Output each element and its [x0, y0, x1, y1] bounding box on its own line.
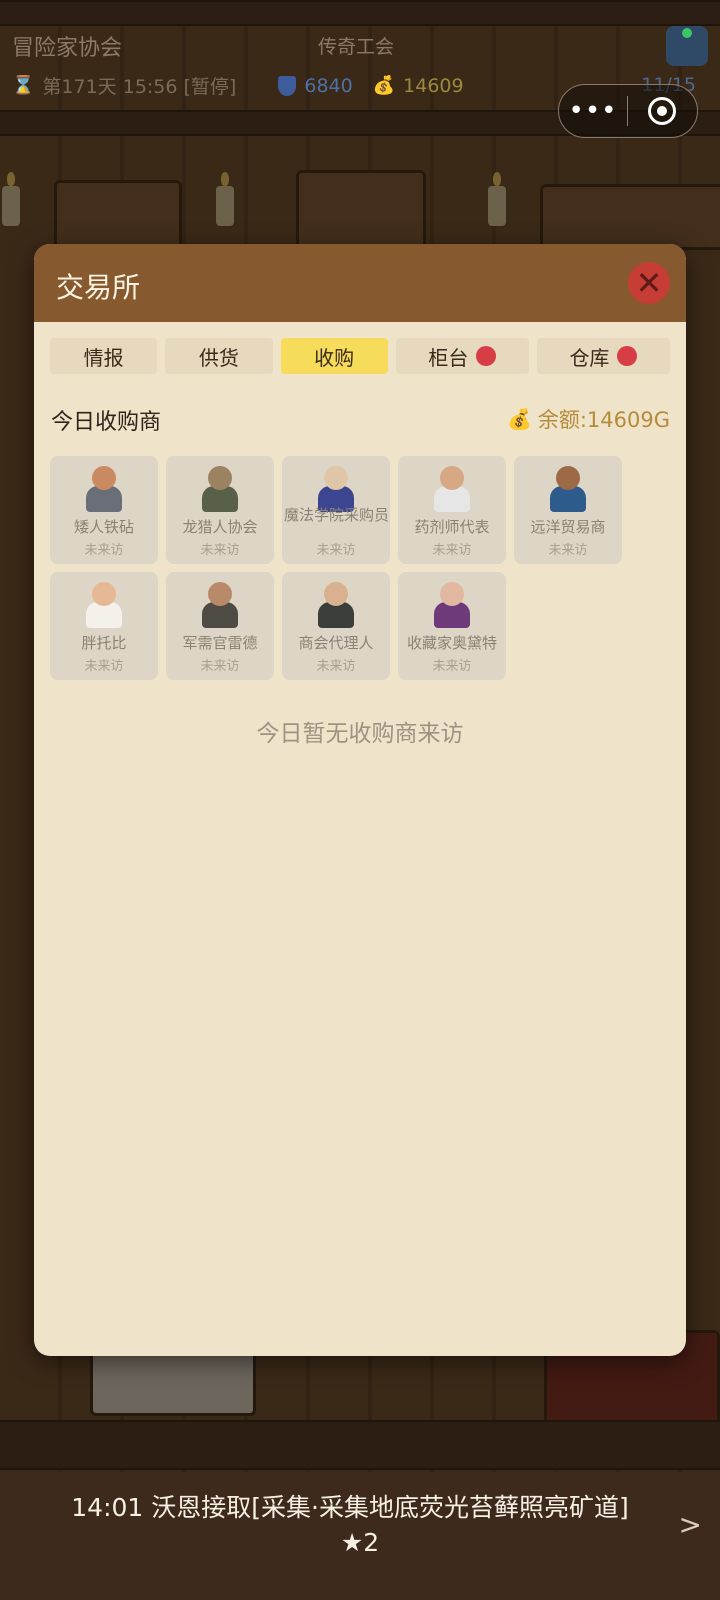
buyer-status: 未来访 — [316, 659, 356, 674]
section-title: 今日收购商 — [51, 410, 162, 435]
modal-title: 交易所 — [56, 271, 141, 304]
ticker-text: 14:01 沃恩接取[采集·采集地底荧光苔藓照亮矿道] — [71, 1493, 629, 1522]
buyer-status: 未来访 — [84, 659, 124, 674]
more-button[interactable]: ••• — [559, 85, 627, 137]
buyer-portrait — [82, 464, 126, 514]
tab-warehouse[interactable]: 仓库 — [536, 338, 670, 374]
buyer-card[interactable]: 药剂师代表 未来访 — [398, 456, 506, 564]
buyer-card[interactable]: 龙猎人协会 未来访 — [166, 456, 274, 564]
tab-counter[interactable]: 柜台 — [395, 338, 529, 374]
guild-rank: 传奇工会 — [318, 36, 395, 58]
online-indicator — [682, 28, 692, 38]
buyer-status: 未来访 — [200, 659, 240, 674]
empty-message: 今日暂无收购商来访 — [256, 721, 464, 747]
buyer-status: 未来访 — [200, 543, 240, 558]
ticker-rating: ★2 — [340, 1528, 380, 1557]
buyer-portrait — [430, 580, 474, 630]
tab-purchase[interactable]: 收购 — [280, 338, 388, 374]
buyer-name: 收藏家奥黛特 — [406, 634, 497, 652]
buyer-status: 未来访 — [432, 659, 472, 674]
shield-icon — [278, 75, 297, 96]
miniprogram-capsule: ••• — [558, 84, 698, 138]
gold-value: 14609 — [403, 74, 464, 97]
buyer-card[interactable]: 远洋贸易商 未来访 — [514, 456, 622, 564]
close-miniprogram-button[interactable] — [628, 97, 696, 125]
buyer-card[interactable]: 商会代理人 未来访 — [282, 572, 390, 680]
money-bag-icon: 💰 — [372, 75, 396, 96]
buyer-portrait — [82, 580, 126, 630]
close-button[interactable]: ✕ — [628, 262, 670, 304]
tab-intel[interactable]: 情报 — [50, 338, 158, 374]
hourglass-icon: ⌛ — [12, 75, 35, 96]
buyer-status: 未来访 — [84, 543, 124, 558]
buyer-portrait — [198, 464, 242, 514]
tab-supply[interactable]: 供货 — [165, 338, 273, 374]
buyer-status: 未来访 — [316, 543, 356, 558]
buyer-name: 矮人铁砧 — [73, 518, 134, 536]
day-time: 第171天 15:56 [暂停] — [42, 76, 237, 98]
tab-label: 供货 — [198, 345, 239, 370]
event-ticker[interactable]: 14:01 沃恩接取[采集·采集地底荧光苔藓照亮矿道] ★2 > — [0, 1472, 720, 1600]
buyer-portrait — [546, 464, 590, 514]
tab-label: 情报 — [83, 345, 124, 370]
guild-name: 冒险家协会 — [12, 36, 123, 61]
balance: 💰 余额:14609G — [507, 404, 670, 434]
buyer-name: 胖托比 — [81, 634, 127, 652]
notification-badge — [476, 346, 497, 366]
buyer-name: 魔法学院采购员 — [284, 506, 390, 524]
buyer-portrait — [198, 580, 242, 630]
tab-bar: 情报 供货 收购 柜台 仓库 — [50, 338, 670, 374]
buyer-name: 商会代理人 — [298, 634, 374, 652]
close-icon: ✕ — [635, 264, 663, 302]
reputation-value: 6840 — [304, 74, 353, 97]
buyer-card[interactable]: 矮人铁砧 未来访 — [50, 456, 158, 564]
exchange-modal: 交易所 ✕ 情报 供货 收购 柜台 仓库 今日收购商 💰 余额:14609G 矮… — [34, 244, 686, 1356]
tab-label: 仓库 — [569, 345, 610, 370]
tab-label: 柜台 — [428, 345, 469, 370]
buyer-status: 未来访 — [548, 543, 588, 558]
tab-label: 收购 — [314, 345, 355, 370]
buyer-status: 未来访 — [432, 543, 472, 558]
buyer-portrait — [314, 580, 358, 630]
buyer-portrait — [430, 464, 474, 514]
modal-header: 交易所 ✕ — [34, 244, 686, 322]
chevron-right-icon[interactable]: > — [679, 1508, 702, 1541]
buyer-card[interactable]: 魔法学院采购员 未来访 — [282, 456, 390, 564]
notification-badge — [617, 346, 638, 366]
target-icon — [648, 97, 676, 125]
status-row: ⌛ 第171天 15:56 [暂停] 6840 💰 14609 — [12, 72, 464, 99]
buyer-name: 龙猎人协会 — [182, 518, 258, 536]
buyer-name: 军需官雷德 — [182, 634, 258, 652]
money-bag-icon: 💰 — [506, 407, 532, 431]
buyer-grid: 矮人铁砧 未来访 龙猎人协会 未来访 魔法学院采购员 未来访 药剂师代表 未来访 远洋贸易商 未来… — [50, 456, 650, 680]
buyer-card[interactable]: 胖托比 未来访 — [50, 572, 158, 680]
buyer-card[interactable]: 收藏家奥黛特 未来访 — [398, 572, 506, 680]
buyer-card[interactable]: 军需官雷德 未来访 — [166, 572, 274, 680]
buyer-name: 远洋贸易商 — [530, 518, 606, 536]
balance-value: 余额:14609G — [537, 408, 670, 432]
buyer-name: 药剂师代表 — [414, 518, 490, 536]
